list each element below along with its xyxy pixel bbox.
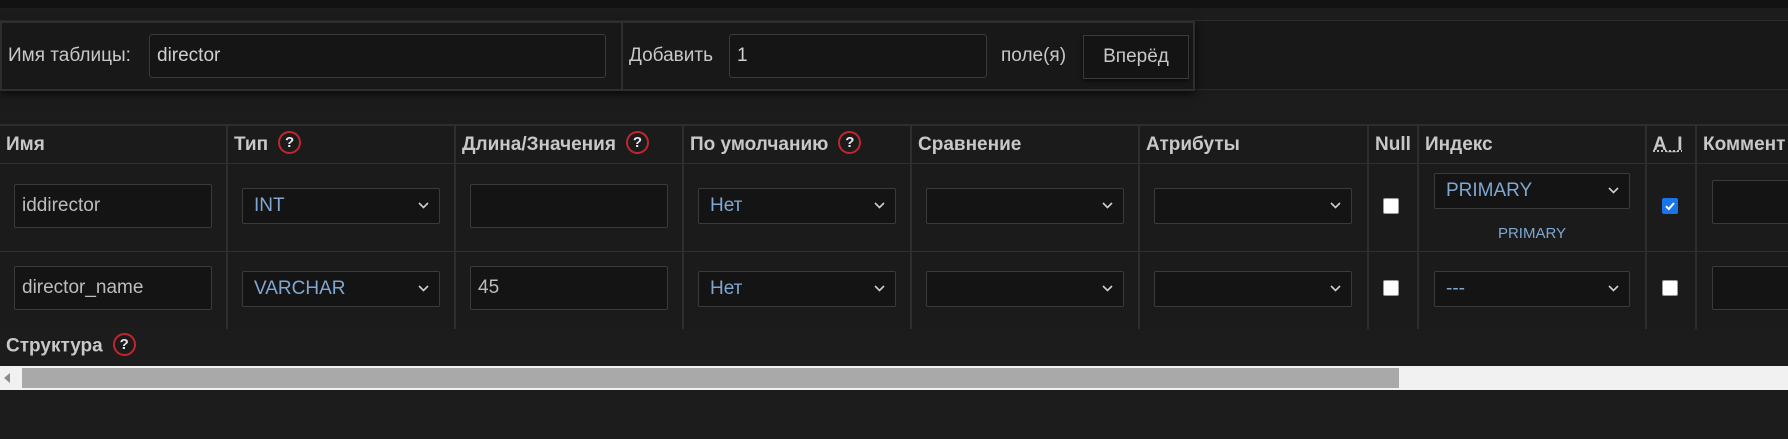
col-header-type: Тип? [234, 128, 302, 162]
scroll-left-icon[interactable] [4, 373, 10, 383]
row1-length-input[interactable] [470, 184, 668, 228]
row1-index-note[interactable]: PRIMARY [1438, 225, 1626, 242]
row1-collation-select[interactable] [926, 188, 1124, 224]
row1-index-select[interactable]: PRIMARY [1434, 173, 1630, 209]
row2-type-select[interactable]: VARCHAR [242, 271, 440, 307]
row2-ai-checkbox[interactable] [1662, 280, 1678, 296]
go-button[interactable]: Вперёд [1083, 35, 1189, 79]
chevron-down-icon [418, 285, 429, 292]
row1-comment-input[interactable] [1712, 180, 1788, 224]
help-icon[interactable]: ? [625, 131, 649, 155]
table-name-input[interactable]: director [149, 34, 606, 78]
col-divider [1417, 126, 1419, 329]
row1-null-checkbox[interactable] [1383, 198, 1399, 214]
col-header-name: Имя [6, 134, 45, 155]
scrollbar-thumb[interactable] [22, 368, 1399, 388]
row2-null-checkbox[interactable] [1383, 280, 1399, 296]
col-header-default-label: По умолчанию [690, 134, 829, 155]
help-icon[interactable]: ? [838, 131, 862, 155]
row1-index-value: PRIMARY [1446, 180, 1533, 201]
chevron-down-icon [874, 202, 885, 209]
col-header-length: Длина/Значения? [462, 128, 649, 162]
help-icon[interactable]: ? [112, 333, 136, 356]
row2-name-input[interactable]: director_name [14, 266, 212, 310]
chevron-down-icon [1102, 285, 1113, 292]
table-name-bar: Имя таблицы: director Добавить 1 поле(я)… [0, 20, 1788, 91]
row2-default-select[interactable]: Нет [698, 271, 896, 307]
row1-type-value: INT [254, 195, 285, 216]
chevron-down-icon [418, 202, 429, 209]
col-header-default: По умолчанию? [690, 128, 862, 162]
col-header-length-label: Длина/Значения [462, 134, 616, 155]
chevron-down-icon [874, 285, 885, 292]
col-divider [1367, 126, 1369, 329]
row-divider [0, 163, 1788, 164]
horizontal-scrollbar[interactable] [0, 366, 1788, 390]
col-divider [682, 126, 684, 329]
top-strip [0, 0, 1788, 8]
fields-suffix-label: поле(я) [1001, 45, 1067, 66]
row1-ai-checkbox[interactable] [1662, 198, 1678, 214]
help-icon[interactable]: ? [278, 131, 302, 155]
structure-label: Структура? [6, 333, 136, 358]
col-header-comment: Коммент [1703, 134, 1786, 155]
col-divider [226, 126, 228, 329]
add-fields-label: Добавить [629, 45, 713, 66]
col-header-ai: A_I [1653, 134, 1683, 155]
chevron-down-icon [1608, 187, 1619, 194]
row-divider [0, 251, 1788, 252]
chevron-down-icon [1330, 285, 1341, 292]
table-name-label: Имя таблицы: [8, 45, 131, 66]
row2-default-value: Нет [710, 278, 743, 299]
col-divider [910, 126, 912, 329]
row1-name-input[interactable]: iddirector [14, 184, 212, 228]
row2-length-input[interactable]: 45 [470, 266, 668, 310]
chevron-down-icon [1330, 202, 1341, 209]
col-divider [454, 126, 456, 329]
checkmark-icon [1665, 202, 1675, 211]
add-fields-count-input[interactable]: 1 [729, 34, 987, 78]
row2-collation-select[interactable] [926, 271, 1124, 307]
row1-default-select[interactable]: Нет [698, 188, 896, 224]
col-header-type-label: Тип [234, 134, 269, 155]
col-header-index: Индекс [1425, 134, 1493, 155]
row2-type-value: VARCHAR [254, 278, 346, 299]
col-divider [1138, 126, 1140, 329]
structure-label-text: Структура [6, 335, 103, 357]
row2-attributes-select[interactable] [1154, 271, 1352, 307]
divider [621, 23, 623, 89]
row1-attributes-select[interactable] [1154, 188, 1352, 224]
row1-default-value: Нет [710, 195, 743, 216]
col-divider [1695, 126, 1697, 329]
col-header-collation: Сравнение [918, 134, 1022, 155]
col-header-attributes: Атрибуты [1146, 134, 1240, 155]
row2-index-value: --- [1446, 278, 1465, 299]
table-name-panel: Имя таблицы: director Добавить 1 поле(я)… [0, 21, 1195, 91]
col-header-null: Null [1375, 134, 1411, 155]
row1-type-select[interactable]: INT [242, 188, 440, 224]
chevron-down-icon [1102, 202, 1113, 209]
chevron-down-icon [1608, 285, 1619, 292]
col-divider [1645, 126, 1647, 329]
row2-comment-input[interactable] [1712, 266, 1788, 310]
row2-index-select[interactable]: --- [1434, 271, 1630, 307]
